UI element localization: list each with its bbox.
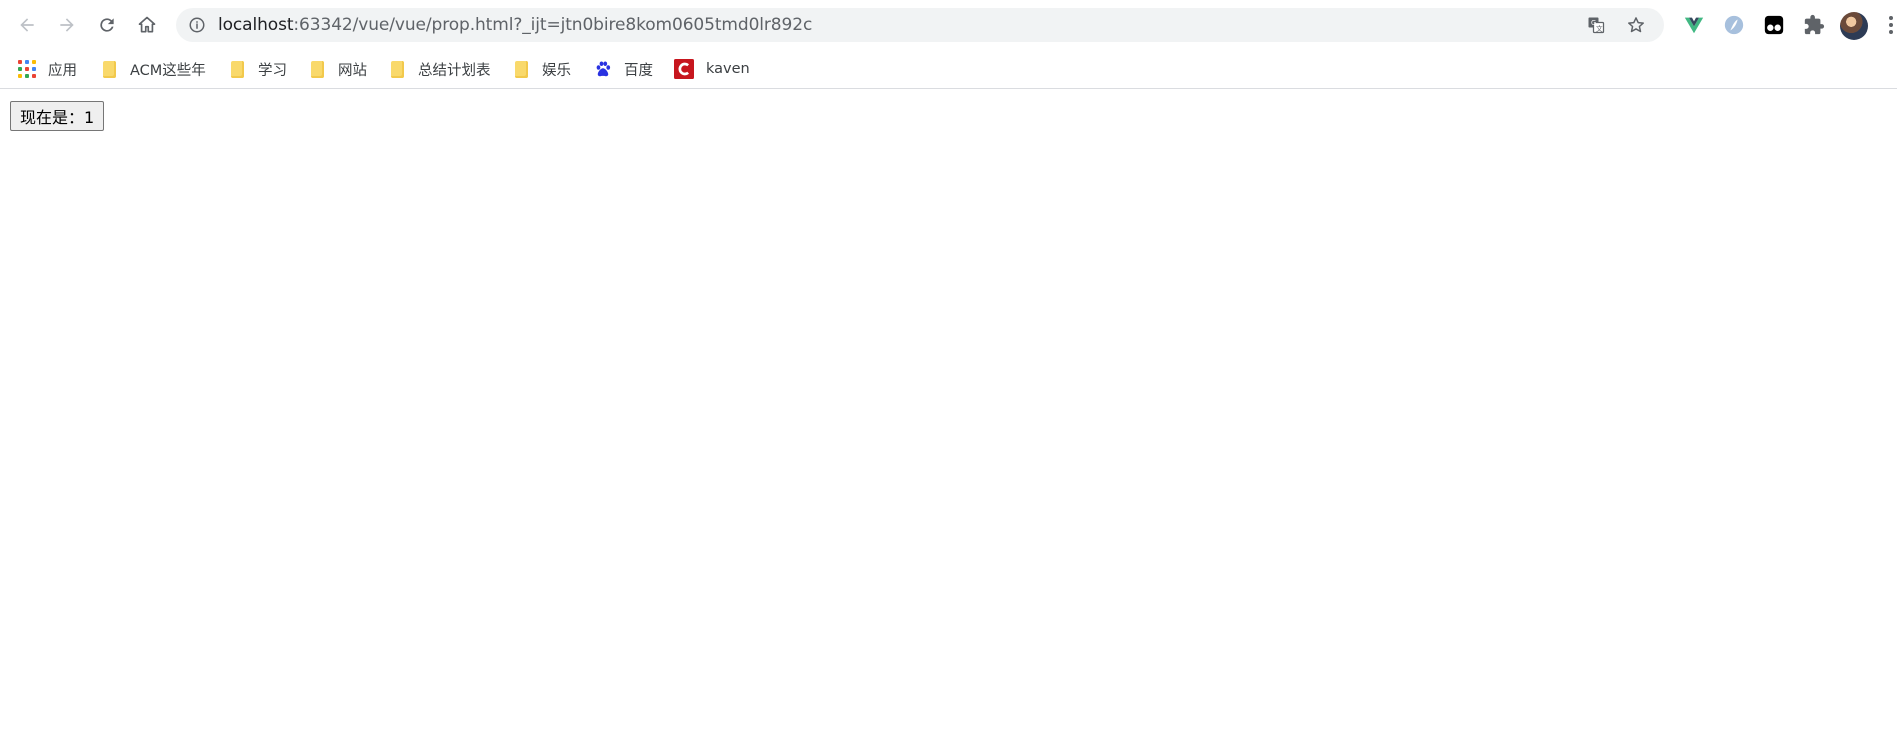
avatar[interactable]: [1840, 12, 1868, 40]
bookmark-folder-websites[interactable]: 网站: [308, 50, 367, 88]
counter-button[interactable]: 现在是：1: [10, 101, 105, 131]
bookmark-kaven[interactable]: kaven: [674, 50, 750, 88]
bookmark-label: 总结计划表: [418, 62, 491, 79]
page-content: 现在是：1: [0, 89, 1897, 731]
tampermonkey-icon[interactable]: [1762, 13, 1786, 37]
more-vert-icon[interactable]: [1888, 15, 1894, 35]
bookmark-label: 网站: [338, 62, 367, 79]
bookmark-baidu[interactable]: 百度: [594, 50, 653, 88]
profile-icon[interactable]: [1722, 13, 1746, 37]
bookmark-label: 百度: [624, 62, 653, 79]
reload-icon: [100, 18, 114, 32]
folder-icon: [512, 60, 530, 78]
home-icon: [138, 16, 156, 33]
bookmark-folder-plans[interactable]: 总结计划表: [388, 50, 491, 88]
url-host: localhost: [218, 15, 294, 35]
svg-text:文: 文: [1596, 24, 1603, 33]
folder-icon: [228, 60, 246, 78]
arrow-left-icon: [20, 18, 34, 32]
url-path: :63342/vue/vue/prop.html?_ijt=jtn0bire8k…: [293, 15, 813, 35]
star-icon[interactable]: [1626, 15, 1646, 35]
bookmark-folder-entertainment[interactable]: 娱乐: [512, 50, 571, 88]
reload-button[interactable]: [93, 11, 121, 39]
url-text[interactable]: localhost:63342/vue/vue/prop.html?_ijt=j…: [218, 16, 812, 34]
bookmark-label: 应用: [48, 62, 77, 79]
bookmark-label: 学习: [258, 62, 287, 79]
translate-icon[interactable]: G文: [1586, 15, 1606, 35]
bookmark-label: 娱乐: [542, 62, 571, 79]
address-bar[interactable]: localhost:63342/vue/vue/prop.html?_ijt=j…: [176, 8, 1664, 42]
bookmark-apps[interactable]: 应用: [18, 50, 77, 88]
baidu-paw-icon: [596, 61, 611, 77]
kaven-c-icon: [674, 59, 694, 79]
bookmark-folder-acm[interactable]: ACM这些年: [100, 50, 206, 88]
bookmark-label: kaven: [706, 61, 750, 77]
folder-icon: [100, 60, 118, 78]
bookmarks-bar: 应用 ACM这些年 学习 网站 总结计划表 娱乐 百度 kaven: [0, 50, 1897, 89]
info-icon[interactable]: [188, 16, 206, 34]
arrow-right-icon: [60, 18, 74, 32]
folder-icon: [308, 60, 326, 78]
home-button[interactable]: [133, 11, 161, 39]
browser-toolbar: localhost:63342/vue/vue/prop.html?_ijt=j…: [0, 0, 1897, 50]
back-button[interactable]: [13, 11, 41, 39]
puzzle-icon[interactable]: [1802, 13, 1826, 37]
bookmark-label: ACM这些年: [130, 62, 206, 79]
forward-button[interactable]: [53, 11, 81, 39]
vue-devtools-icon[interactable]: [1682, 13, 1706, 37]
bookmark-folder-study[interactable]: 学习: [228, 50, 287, 88]
folder-icon: [388, 60, 406, 78]
apps-grid-icon: [18, 60, 36, 78]
